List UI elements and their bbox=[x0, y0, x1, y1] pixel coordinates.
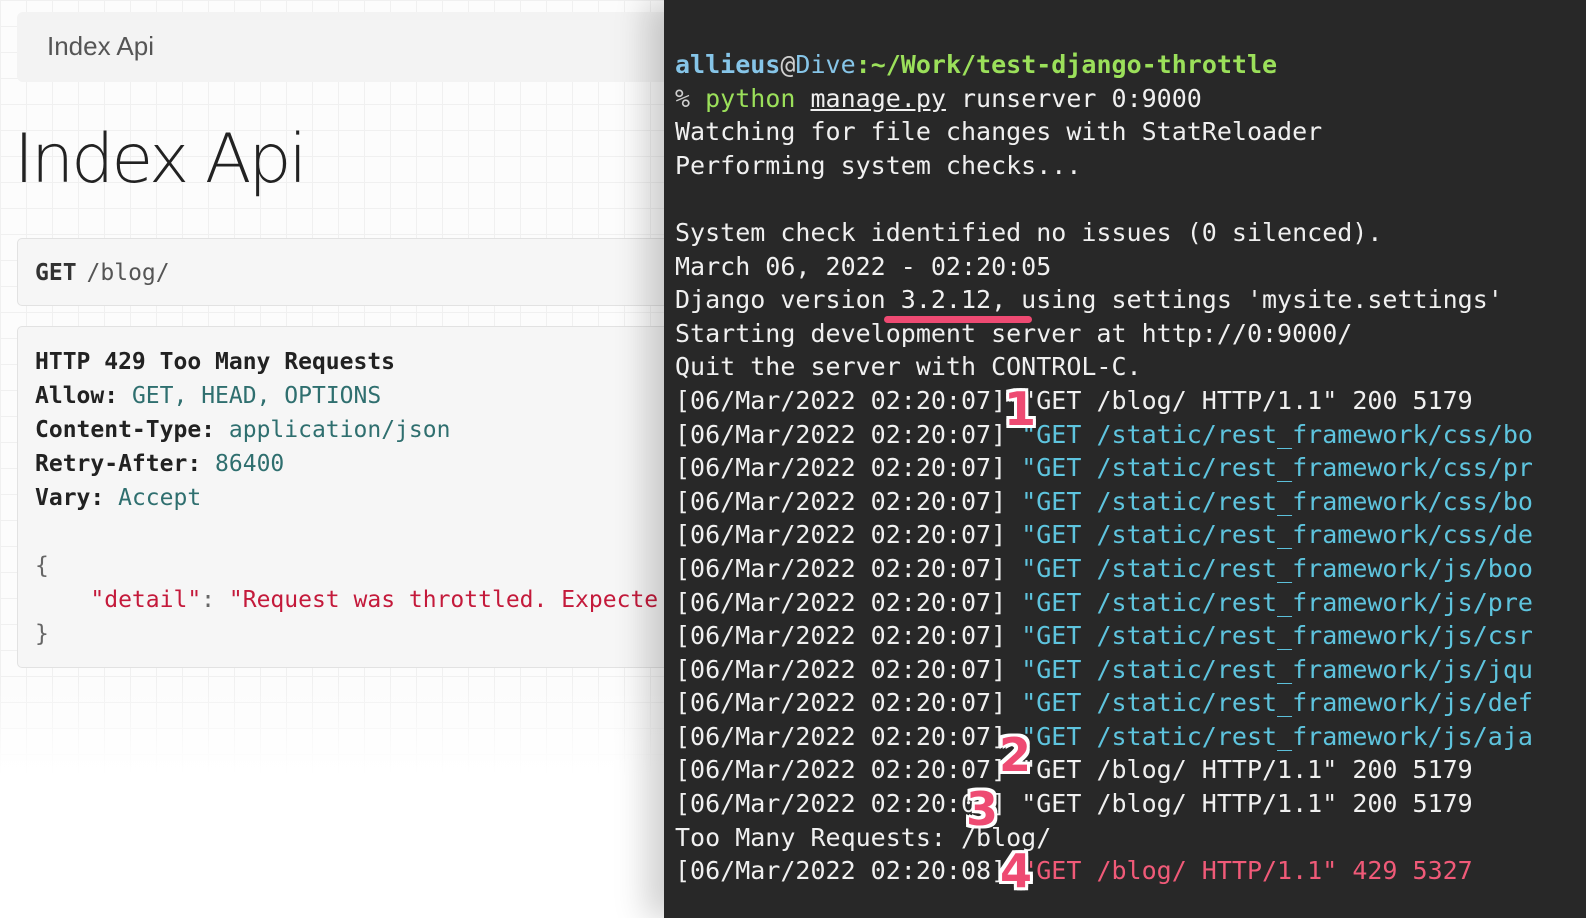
browsable-api-page: Index Api Index Api GET/blog/ HTTP 429 T… bbox=[0, 0, 672, 918]
request-info: GET/blog/ bbox=[17, 238, 672, 306]
log-line: [06/Mar/2022 02:20:07] "GET /static/rest… bbox=[675, 520, 1533, 550]
log-line: [06/Mar/2022 02:20:07] "GET /static/rest… bbox=[675, 486, 1533, 516]
throttle-message: Too Many Requests: /blog/ bbox=[675, 822, 1052, 852]
annotation-marker-1: 1 bbox=[1004, 382, 1037, 436]
terminal-window[interactable]: allieus@Dive:~/Work/test-django-throttle… bbox=[664, 0, 1586, 918]
log-line: [06/Mar/2022 02:20:07] "GET /static/rest… bbox=[675, 453, 1533, 483]
json-value: "Request was throttled. Expecte bbox=[228, 587, 659, 613]
output-line: Performing system checks... bbox=[675, 150, 1082, 180]
log-line: [06/Mar/2022 02:20:08] "GET /blog/ HTTP/… bbox=[675, 789, 1473, 819]
response-status: HTTP 429 Too Many Requests bbox=[35, 349, 396, 375]
log-line: [06/Mar/2022 02:20:07] "GET /static/rest… bbox=[675, 553, 1533, 583]
json-key: "detail" bbox=[90, 587, 202, 613]
page-title: Index Api bbox=[14, 120, 307, 199]
page-fade bbox=[0, 680, 672, 918]
response-info: HTTP 429 Too Many Requests Allow: GET, H… bbox=[17, 326, 672, 668]
log-line: [06/Mar/2022 02:20:07] "GET /blog/ HTTP/… bbox=[675, 385, 1473, 415]
request-method: GET bbox=[35, 260, 77, 286]
django-version-line: Django version 3.2.12, using settings 'm… bbox=[675, 285, 1503, 315]
annotation-marker-3: 3 bbox=[966, 782, 999, 836]
response-header: Retry-After: 86400 bbox=[35, 451, 285, 477]
log-line: [06/Mar/2022 02:20:07] "GET /static/rest… bbox=[675, 721, 1533, 751]
log-line: [06/Mar/2022 02:20:07] "GET /static/rest… bbox=[675, 419, 1533, 449]
json-detail-line: "detail": "Request was throttled. Expect… bbox=[90, 587, 659, 613]
log-line: [06/Mar/2022 02:20:07] "GET /static/rest… bbox=[675, 688, 1533, 718]
response-header: Vary: Accept bbox=[35, 485, 202, 511]
log-line: [06/Mar/2022 02:20:07] "GET /static/rest… bbox=[675, 587, 1533, 617]
output-line: System check identified no issues (0 sil… bbox=[675, 217, 1383, 247]
request-path: /blog/ bbox=[86, 260, 170, 286]
breadcrumb-item[interactable]: Index Api bbox=[47, 31, 154, 61]
terminal-output: allieus@Dive:~/Work/test-django-throttle… bbox=[675, 48, 1533, 888]
output-line: Quit the server with CONTROL-C. bbox=[675, 352, 1142, 382]
output-line: Watching for file changes with StatReloa… bbox=[675, 117, 1323, 147]
json-open-brace: { bbox=[35, 553, 49, 579]
annotation-marker-2: 2 bbox=[999, 728, 1032, 782]
response-header: Allow: GET, HEAD, OPTIONS bbox=[35, 383, 382, 409]
json-close-brace: } bbox=[35, 621, 49, 647]
version-highlight-underline bbox=[884, 316, 1032, 323]
shell-prompt: allieus@Dive:~/Work/test-django-throttle bbox=[675, 50, 1278, 79]
annotation-marker-4: 4 bbox=[1000, 844, 1033, 898]
breadcrumb[interactable]: Index Api bbox=[17, 12, 672, 82]
log-line: [06/Mar/2022 02:20:07] "GET /blog/ HTTP/… bbox=[675, 755, 1473, 785]
response-header: Content-Type: application/json bbox=[35, 417, 451, 443]
output-line: March 06, 2022 - 02:20:05 bbox=[675, 251, 1052, 281]
log-line: [06/Mar/2022 02:20:07] "GET /static/rest… bbox=[675, 654, 1533, 684]
log-line: [06/Mar/2022 02:20:07] "GET /static/rest… bbox=[675, 621, 1533, 651]
shell-command: % python manage.py runserver 0:9000 bbox=[675, 83, 1202, 113]
output-line: Starting development server at http://0:… bbox=[675, 318, 1353, 348]
log-line-throttled: [06/Mar/2022 02:20:08] "GET /blog/ HTTP/… bbox=[675, 856, 1473, 886]
